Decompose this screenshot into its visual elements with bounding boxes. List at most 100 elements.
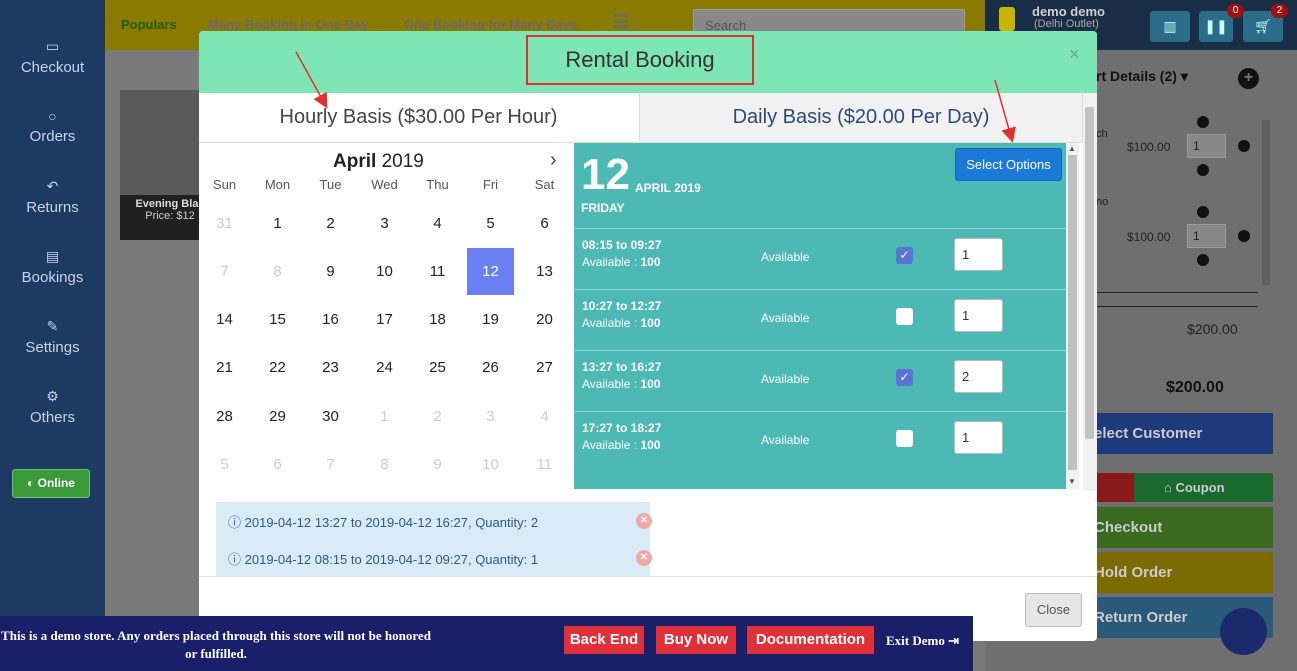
select-options-button[interactable]: Select Options bbox=[955, 148, 1062, 181]
tab-hourly-basis[interactable]: Hourly Basis ($30.00 Per Hour) bbox=[199, 93, 638, 143]
scroll-down-icon[interactable]: ▼ bbox=[1068, 477, 1076, 486]
calendar-day[interactable]: 4 bbox=[521, 393, 568, 440]
divider bbox=[1096, 306, 1258, 307]
increase-qty-icon[interactable] bbox=[1197, 206, 1209, 218]
calendar-day[interactable]: 11 bbox=[414, 248, 461, 295]
slot-quantity-input[interactable]: 1 bbox=[954, 421, 1003, 454]
next-month-icon[interactable]: › bbox=[550, 149, 557, 172]
documentation-button[interactable]: Documentation bbox=[747, 626, 874, 654]
calendar-day[interactable]: 1 bbox=[361, 393, 408, 440]
calendar-day[interactable]: 24 bbox=[361, 344, 408, 391]
calendar-day[interactable]: 16 bbox=[307, 296, 354, 343]
calendar-day[interactable]: 21 bbox=[201, 344, 248, 391]
decrease-qty-icon[interactable] bbox=[1197, 164, 1209, 176]
calendar-day[interactable]: 5 bbox=[201, 441, 248, 488]
nav-link-populars[interactable]: Populars bbox=[121, 17, 177, 32]
nav-link-many-booking[interactable]: Many Booking in One Day bbox=[208, 17, 368, 32]
calendar-day[interactable]: 10 bbox=[361, 248, 408, 295]
slot-quantity-input[interactable]: 1 bbox=[954, 238, 1003, 271]
calendar-day[interactable]: 26 bbox=[467, 344, 514, 391]
slot-checkbox[interactable] bbox=[896, 308, 913, 325]
nav-link-one-booking[interactable]: One Booking for Many Days bbox=[404, 17, 577, 32]
back-end-button[interactable]: Back End bbox=[564, 626, 644, 654]
calendar-day[interactable]: 9 bbox=[307, 248, 354, 295]
calendar-day[interactable]: 5 bbox=[467, 200, 514, 247]
calendar-day[interactable]: 29 bbox=[254, 393, 301, 440]
sidebar-item-checkout[interactable]: ▭ Checkout bbox=[0, 38, 105, 76]
calendar-day[interactable]: 4 bbox=[414, 200, 461, 247]
calendar-day[interactable]: 27 bbox=[521, 344, 568, 391]
close-button[interactable]: Close bbox=[1025, 593, 1082, 627]
calendar-day[interactable]: 14 bbox=[201, 296, 248, 343]
sidebar-item-orders[interactable]: ○ Orders bbox=[0, 108, 105, 145]
calendar-day[interactable]: 20 bbox=[521, 296, 568, 343]
calendar-day[interactable]: 28 bbox=[201, 393, 248, 440]
calendar-day[interactable]: 15 bbox=[254, 296, 301, 343]
slot-checkbox[interactable]: ✓ bbox=[896, 247, 913, 264]
calendar-day[interactable]: 3 bbox=[361, 200, 408, 247]
menu-icon[interactable]: ☰ bbox=[613, 12, 629, 33]
slots-month-year: APRIL 2019 bbox=[635, 181, 701, 195]
calendar-day[interactable]: 11 bbox=[521, 441, 568, 488]
remove-booking-icon[interactable]: ✕ bbox=[636, 513, 652, 529]
add-item-icon[interactable]: + bbox=[1238, 68, 1259, 89]
sidebar-item-settings[interactable]: ✎ Settings bbox=[0, 318, 105, 356]
calendar-day[interactable]: 22 bbox=[254, 344, 301, 391]
slot-quantity-input[interactable]: 2 bbox=[954, 360, 1003, 393]
calendar-day[interactable]: 9 bbox=[414, 441, 461, 488]
calendar-day[interactable]: 2 bbox=[414, 393, 461, 440]
calendar-day[interactable]: 8 bbox=[254, 248, 301, 295]
slot-availability-count: 100 bbox=[640, 316, 661, 330]
tab-daily-basis[interactable]: Daily Basis ($20.00 Per Day) bbox=[639, 93, 1083, 143]
caret-down-icon[interactable]: ▾ bbox=[1181, 68, 1188, 84]
calendar-day[interactable]: 6 bbox=[521, 200, 568, 247]
buy-now-button[interactable]: Buy Now bbox=[656, 626, 736, 654]
scroll-up-icon[interactable]: ▲ bbox=[1068, 144, 1076, 153]
calendar-day[interactable]: 12 bbox=[467, 248, 514, 295]
cart-qty-input[interactable]: 1 bbox=[1187, 224, 1226, 248]
calendar-day[interactable]: 2 bbox=[307, 200, 354, 247]
barcode-button[interactable]: ▥ bbox=[1150, 11, 1190, 42]
select-customer-button[interactable]: elect Customer bbox=[1080, 413, 1273, 454]
decrease-qty-icon[interactable] bbox=[1197, 254, 1209, 266]
hold-order-button[interactable]: Hold Order bbox=[1080, 552, 1273, 593]
calendar-day[interactable]: 30 bbox=[307, 393, 354, 440]
support-chat-icon[interactable] bbox=[1220, 608, 1267, 655]
slot-checkbox[interactable] bbox=[896, 430, 913, 447]
calendar-day[interactable]: 1 bbox=[254, 200, 301, 247]
slot-quantity-input[interactable]: 1 bbox=[954, 299, 1003, 332]
checkout-button[interactable]: Checkout bbox=[1080, 507, 1273, 548]
sidebar-item-others[interactable]: ⚙ Others bbox=[0, 388, 105, 426]
calendar-day[interactable]: 23 bbox=[307, 344, 354, 391]
calendar-day[interactable]: 7 bbox=[307, 441, 354, 488]
close-icon[interactable]: × bbox=[1069, 44, 1080, 65]
increase-qty-icon[interactable] bbox=[1197, 116, 1209, 128]
info-icon: ⓘ bbox=[228, 515, 245, 530]
online-toggle[interactable]: ◐ Online bbox=[12, 469, 90, 498]
calendar-day[interactable]: 25 bbox=[414, 344, 461, 391]
calendar-day[interactable]: 13 bbox=[521, 248, 568, 295]
sidebar-item-returns[interactable]: ↶ Returns bbox=[0, 178, 105, 216]
calendar-day[interactable]: 18 bbox=[414, 296, 461, 343]
slot-checkbox[interactable]: ✓ bbox=[896, 369, 913, 386]
calendar-day[interactable]: 8 bbox=[361, 441, 408, 488]
slot-availability-label: Available : bbox=[582, 316, 638, 330]
calendar-day[interactable]: 10 bbox=[467, 441, 514, 488]
exit-demo-link[interactable]: Exit Demo ⇥ bbox=[886, 633, 959, 649]
calendar-day[interactable]: 17 bbox=[361, 296, 408, 343]
modal-scrollbar-thumb[interactable] bbox=[1085, 107, 1094, 439]
calendar-day[interactable]: 3 bbox=[467, 393, 514, 440]
cart-qty-input[interactable]: 1 bbox=[1187, 134, 1226, 158]
remove-booking-icon[interactable]: ✕ bbox=[636, 550, 652, 566]
slots-scrollbar-thumb[interactable] bbox=[1068, 155, 1077, 470]
sidebar-item-bookings[interactable]: ▤ Bookings bbox=[0, 248, 105, 286]
calendar-day[interactable]: 6 bbox=[254, 441, 301, 488]
calendar-day[interactable]: 19 bbox=[467, 296, 514, 343]
divider bbox=[1096, 292, 1258, 293]
remove-item-icon[interactable] bbox=[1238, 230, 1250, 242]
coupon-button[interactable]: ⌂ Coupon bbox=[1134, 473, 1273, 502]
calendar-day[interactable]: 7 bbox=[201, 248, 248, 295]
calendar-day[interactable]: 31 bbox=[201, 200, 248, 247]
cart-scrollbar[interactable] bbox=[1262, 120, 1270, 285]
remove-item-icon[interactable] bbox=[1238, 140, 1250, 152]
